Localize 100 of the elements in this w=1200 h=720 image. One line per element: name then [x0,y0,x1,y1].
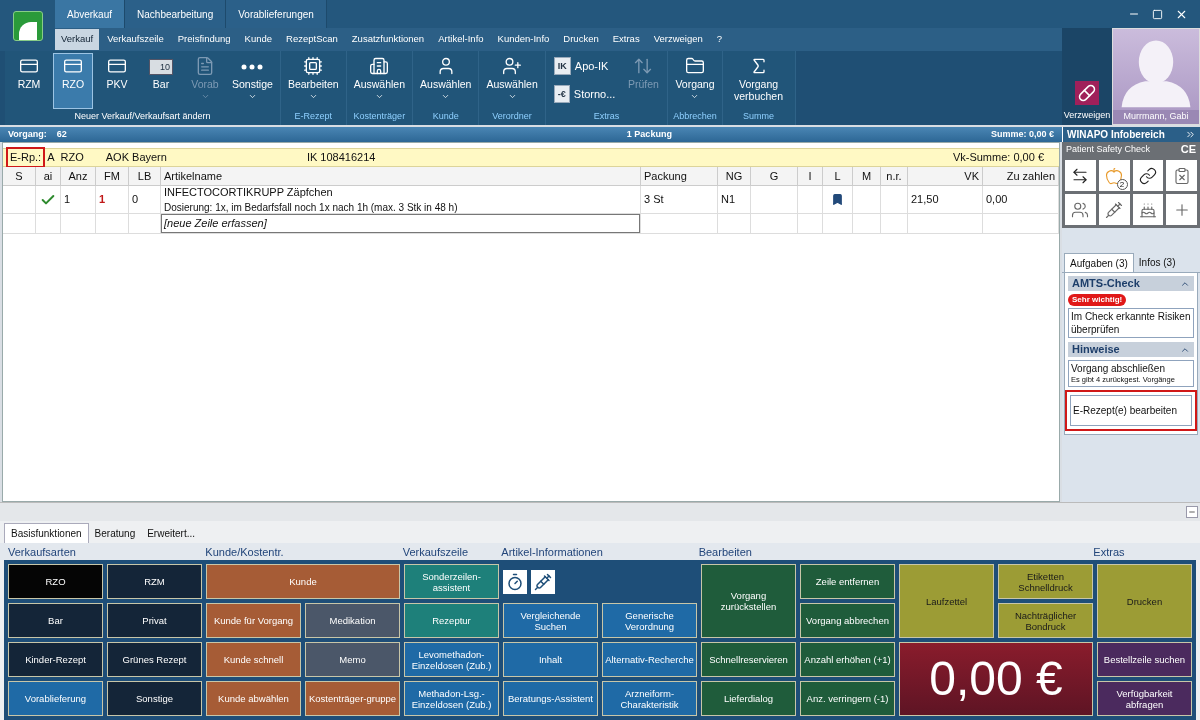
function-button[interactable]: Zeile entfernen [800,564,895,599]
function-button[interactable]: Vergleichende Suchen [503,603,598,638]
main-tab[interactable]: Vorablieferungen [226,0,327,28]
safety-check-tile[interactable] [1132,194,1164,225]
function-button[interactable]: Kostenträger-gruppe [305,681,400,716]
function-button[interactable]: Kunde schnell [206,642,301,677]
verzweigen-button[interactable]: Verzweigen [1062,28,1112,125]
function-button[interactable]: Levomethadon- Einzeldosen (Zub.) [404,642,499,677]
column-header[interactable]: n.r. [881,167,908,185]
safety-check-tile[interactable] [1166,194,1197,225]
ribbon-tab[interactable]: Verkauf [55,29,100,50]
info-tab[interactable]: Aufgaben (3) [1064,253,1134,272]
column-header[interactable]: L [823,167,853,185]
function-tab[interactable]: Erweitert... [141,523,201,543]
task-item[interactable]: E-Rezept(e) bearbeiten [1070,395,1192,426]
function-button[interactable]: Kunde abwählen [206,681,301,716]
function-button[interactable]: Nachträglicher Bondruck [998,603,1093,638]
column-header[interactable]: S [3,167,36,185]
function-button[interactable]: Memo [305,642,400,677]
function-button[interactable]: Lieferdialog [701,681,796,716]
column-header[interactable]: ai [36,167,61,185]
function-button[interactable]: Alternativ-Recherche [602,642,697,677]
ribbon-button[interactable]: Vorgang [672,53,718,109]
collapse-icon[interactable] [1185,129,1196,140]
column-header[interactable]: I [798,167,823,185]
ribbon-button[interactable]: Auswählen [417,53,475,109]
ribbon-tab[interactable]: Drucken [557,29,605,50]
safety-check-tile[interactable] [1065,194,1096,225]
ribbon-tab[interactable]: Kunde [238,29,279,50]
ribbon-small-button[interactable]: IK Apo-IK [549,55,620,77]
column-header[interactable]: Artikelname [161,167,641,185]
section-header[interactable]: AMTS-Check [1068,276,1194,291]
function-button[interactable]: Methadon-Lsg.- Einzeldosen (Zub.) [404,681,499,716]
function-button[interactable]: Anzahl erhöhen (+1) [800,642,895,677]
function-button[interactable]: Bar [8,603,103,638]
column-header[interactable]: NG [718,167,751,185]
function-button[interactable]: Medikation [305,603,400,638]
column-header[interactable]: FM [96,167,129,185]
column-header[interactable]: M [853,167,881,185]
column-header[interactable]: Zu zahlen [983,167,1059,185]
ribbon-tab[interactable]: Verkaufszeile [101,29,170,50]
ribbon-button[interactable]: PKV [97,53,137,109]
maximize-icon[interactable] [1152,8,1163,20]
ribbon-tab[interactable]: Kunden-Info [491,29,556,50]
ribbon-button[interactable]: Sonstige [229,53,276,109]
section-header[interactable]: Hinweise [1068,342,1194,357]
ribbon-button[interactable]: 10 Bar [141,53,181,109]
ribbon-button[interactable]: RZM [9,53,49,109]
function-button[interactable]: Generische Verordnung [602,603,697,638]
function-button[interactable]: RZO [8,564,103,599]
function-button[interactable]: Arzneiform-Charakteristik [602,681,697,716]
function-button[interactable]: Schnellreservieren [701,642,796,677]
function-tab[interactable]: Basisfunktionen [4,523,89,543]
ribbon-tab[interactable]: Artikel-Info [432,29,490,50]
function-button[interactable]: Vorablieferung [8,681,103,716]
function-button[interactable]: Verfügbarkeit abfragen [1097,681,1192,716]
function-button[interactable]: Laufzettel [899,564,994,638]
ribbon-button[interactable]: Bearbeiten [284,53,342,109]
function-button[interactable]: Kunde [206,564,400,599]
function-button[interactable]: Sonstige [107,681,202,716]
safety-check-tile[interactable] [1098,194,1130,225]
ribbon-tab[interactable]: Extras [606,29,646,50]
column-header[interactable]: Packung [641,167,718,185]
ribbon-tab[interactable]: Verzweigen [647,29,709,50]
function-button[interactable]: Privat [107,603,202,638]
column-header[interactable]: LB [129,167,161,185]
function-button[interactable]: Kunde für Vorgang [206,603,301,638]
column-header[interactable]: Anz [61,167,96,185]
function-button[interactable]: Vorgang zurückstellen [701,564,796,638]
new-row-field[interactable]: [neue Zeile erfassen] [161,214,640,233]
safety-check-tile[interactable]: 2 [1098,160,1130,191]
info-tab[interactable]: Infos (3) [1133,253,1181,272]
function-button[interactable]: Beratungs-Assistent [503,681,598,716]
function-button[interactable]: Anz. verringern (-1) [800,681,895,716]
function-button[interactable]: RZM [107,564,202,599]
ribbon-tab[interactable]: RezeptScan [280,29,344,50]
ribbon-button[interactable]: Vorgang verbuchen [726,53,791,109]
function-button[interactable]: Etiketten Schnelldruck [998,564,1093,599]
safety-check-tile[interactable] [1065,160,1096,191]
main-tab[interactable]: Abverkauf [55,0,126,28]
ribbon-small-button[interactable]: -€ Storno... [549,83,620,105]
safety-check-tile[interactable] [1132,160,1164,191]
function-button[interactable]: Drucken [1097,564,1192,638]
collapse-button[interactable] [1186,506,1198,519]
function-button[interactable]: Vorgang abbrechen [800,603,895,638]
function-button[interactable]: Sonderzeilen- assistent [404,564,499,599]
ribbon-button[interactable]: Auswählen [350,53,409,109]
ribbon-button[interactable]: RZO [53,53,93,109]
safety-check-tile[interactable] [1166,160,1197,191]
ribbon-tab[interactable]: Zusatzfunktionen [345,29,431,50]
function-button[interactable]: Grünes Rezept [107,642,202,677]
main-tab[interactable]: Nachbearbeitung [125,0,227,28]
task-item[interactable]: Im Check erkannte Risiken überprüfen [1068,308,1194,338]
function-button[interactable]: Inhalt [503,642,598,677]
function-button[interactable]: Kinder-Rezept [8,642,103,677]
syringe-button[interactable] [531,569,555,594]
column-header[interactable]: VK [908,167,983,185]
function-button[interactable]: Bestellzeile suchen [1097,642,1192,677]
table-row[interactable]: 1 1 0 INFECTOCORTIKRUPP Zäpfchen Dosierung: 1x, im Bedarfsfall noch 1x nach 1h (max. 3 Stk in 48 h) 3 St N1 21,50 0,00 [3,186,1059,214]
app-logo[interactable] [12,10,43,41]
